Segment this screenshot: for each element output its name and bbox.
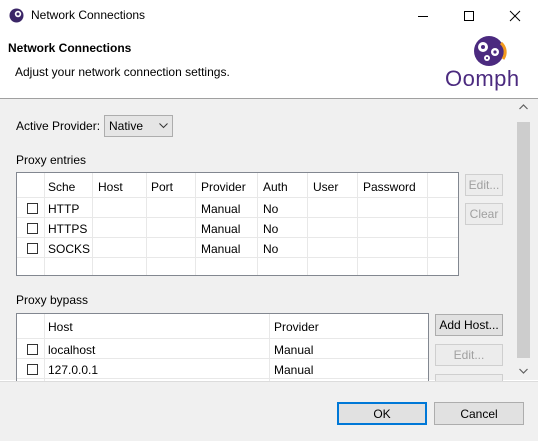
chevron-down-icon bbox=[159, 123, 168, 129]
column-header-auth[interactable]: Auth bbox=[263, 180, 288, 194]
loopback-checkbox[interactable] bbox=[27, 364, 38, 375]
http-auth: No bbox=[263, 202, 279, 216]
http-checkbox[interactable] bbox=[27, 203, 38, 214]
bypass-provider-localhost: Manual bbox=[274, 343, 314, 357]
http-scheme: HTTP bbox=[48, 202, 80, 216]
bypass-column-provider[interactable]: Provider bbox=[274, 320, 319, 334]
active-provider-select[interactable]: Native bbox=[104, 115, 173, 137]
dialog-description: Adjust your network connection settings. bbox=[15, 65, 230, 79]
proxy-bypass-label: Proxy bypass bbox=[16, 293, 89, 307]
https-scheme: HTTPS bbox=[48, 222, 88, 236]
proxy-bypass-table[interactable]: Host Provider localhost Manual 127.0.0.1… bbox=[16, 313, 429, 381]
proxy-entries-table[interactable]: Sche Host Port Provider Auth User Passwo… bbox=[16, 172, 459, 276]
oomph-logo: Oomph bbox=[443, 33, 527, 95]
minimize-icon bbox=[418, 15, 428, 17]
socks-auth: No bbox=[263, 242, 279, 256]
bypass-host-localhost: localhost bbox=[48, 343, 96, 357]
socks-provider: Manual bbox=[201, 242, 241, 256]
socks-scheme: SOCKS bbox=[48, 242, 91, 256]
remove-host-button-partial[interactable] bbox=[435, 374, 503, 381]
edit-entry-button[interactable]: Edit... bbox=[465, 174, 503, 196]
https-auth: No bbox=[263, 222, 279, 236]
socks-checkbox[interactable] bbox=[27, 243, 38, 254]
minimize-button[interactable] bbox=[400, 0, 446, 31]
maximize-button[interactable] bbox=[446, 0, 492, 31]
column-header-port[interactable]: Port bbox=[151, 180, 173, 194]
maximize-icon bbox=[464, 10, 474, 21]
column-header-provider[interactable]: Provider bbox=[201, 180, 246, 194]
close-icon bbox=[509, 10, 521, 21]
column-header-user[interactable]: User bbox=[313, 180, 338, 194]
active-provider-label: Active Provider: bbox=[16, 119, 101, 133]
bypass-provider-loopback: Manual bbox=[274, 363, 314, 377]
https-provider: Manual bbox=[201, 222, 241, 236]
http-provider: Manual bbox=[201, 202, 241, 216]
column-header-scheme[interactable]: Sche bbox=[48, 180, 75, 194]
dialog-heading: Network Connections bbox=[8, 41, 132, 55]
https-checkbox[interactable] bbox=[27, 223, 38, 234]
column-header-host[interactable]: Host bbox=[98, 180, 123, 194]
edit-host-button[interactable]: Edit... bbox=[435, 344, 503, 366]
bypass-host-loopback: 127.0.0.1 bbox=[48, 363, 99, 377]
logo-text: Oomph bbox=[445, 66, 520, 91]
close-button[interactable] bbox=[492, 0, 538, 31]
cancel-button[interactable]: Cancel bbox=[434, 402, 524, 425]
scroll-up-icon[interactable] bbox=[519, 104, 528, 110]
ok-button[interactable]: OK bbox=[337, 402, 427, 425]
proxy-entries-label: Proxy entries bbox=[16, 153, 87, 167]
clear-entry-button[interactable]: Clear bbox=[465, 203, 503, 225]
app-icon bbox=[9, 8, 24, 23]
add-host-button[interactable]: Add Host... bbox=[435, 314, 503, 336]
scrollbar-thumb[interactable] bbox=[517, 122, 530, 358]
scroll-down-icon[interactable] bbox=[519, 368, 528, 374]
content-scrollbar[interactable] bbox=[515, 99, 532, 380]
bypass-column-host[interactable]: Host bbox=[48, 320, 73, 334]
column-header-password[interactable]: Password bbox=[363, 180, 416, 194]
window-title: Network Connections bbox=[31, 8, 146, 22]
localhost-checkbox[interactable] bbox=[27, 344, 38, 355]
active-provider-value: Native bbox=[109, 119, 144, 133]
